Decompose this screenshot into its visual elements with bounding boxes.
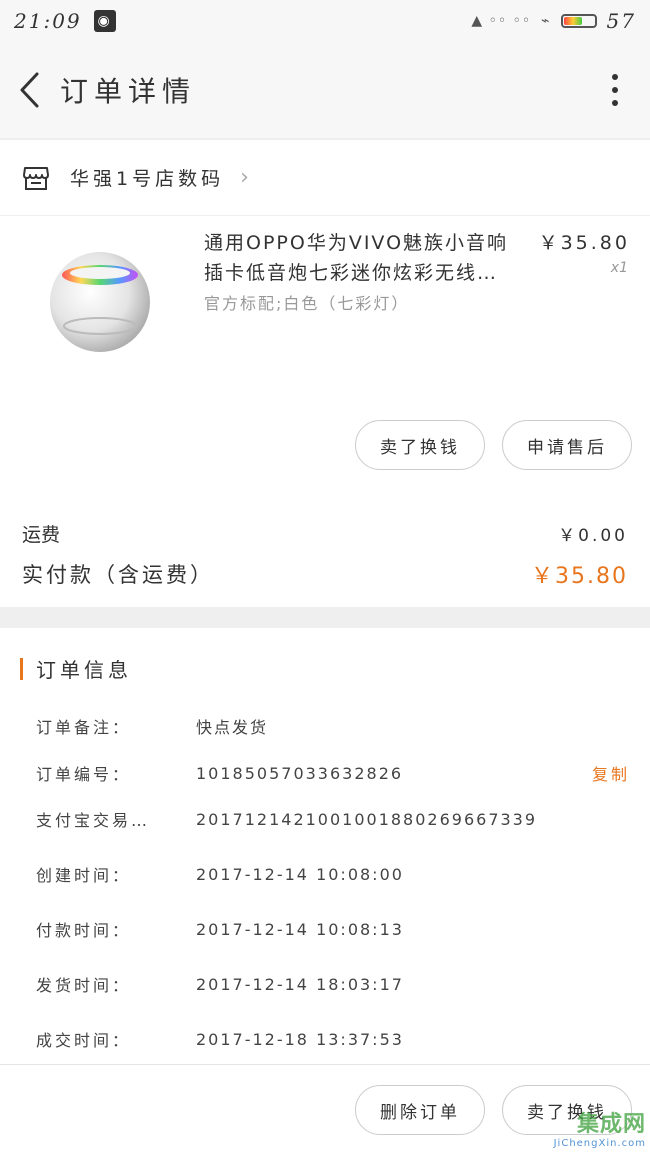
page-title: 订单详情 xyxy=(60,75,197,108)
section-header: 订单信息 xyxy=(20,654,132,683)
info-row-order-number: 订单编号： 10185057033632826 复制 xyxy=(36,761,630,785)
info-label: 发货时间： xyxy=(36,976,132,995)
store-name: 华强1号店数码 xyxy=(70,168,225,190)
info-label: 订单编号： xyxy=(36,765,132,784)
shipping-fee-value: ￥0.00 xyxy=(558,526,628,546)
order-info-card: 订单信息 订单备注： 快点发货 订单编号： 10185057033632826 … xyxy=(0,628,650,1064)
product-spec: 官方标配;白色（七彩灯） xyxy=(204,294,410,313)
paid-amount-row: 实付款（含运费） ￥35.80 xyxy=(22,558,628,590)
info-row-note: 订单备注： 快点发货 xyxy=(36,714,630,738)
battery-icon xyxy=(560,14,597,28)
info-value: 2017-12-18 13:37:53 xyxy=(196,1029,404,1049)
status-time: 21:09 xyxy=(14,9,82,33)
usb-icon: ⌁ xyxy=(541,13,551,29)
sell-for-cash-button[interactable]: 卖了换钱 xyxy=(355,420,485,470)
watermark-text: 集成网 xyxy=(576,1112,646,1137)
watermark-url: JiChengXin.com xyxy=(553,1138,646,1149)
info-row-paid: 付款时间： 2017-12-14 10:08:13 xyxy=(36,917,630,941)
info-label: 创建时间： xyxy=(36,866,132,885)
status-bar: 21:09 ◉ ▲ ◦◦ ◦◦ ⌁ 57 xyxy=(0,0,650,42)
back-button[interactable] xyxy=(0,42,60,138)
chevron-right-icon: › xyxy=(240,165,249,190)
status-right: ▲ ◦◦ ◦◦ ⌁ 57 xyxy=(471,9,636,33)
qq-notification-icon: ◉ xyxy=(93,10,116,32)
more-dot-icon xyxy=(612,87,618,93)
copy-button[interactable]: 复制 xyxy=(592,761,630,785)
section-title: 订单信息 xyxy=(36,658,132,682)
product-title[interactable]: 通用OPPO华为VIVO魅族小音响插卡低音炮七彩迷你炫彩无线… xyxy=(204,228,524,288)
store-link[interactable]: 华强1号店数码 › xyxy=(0,140,650,216)
bottom-action-bar: 删除订单 卖了换钱 集成网 JiChengXin.com xyxy=(0,1064,650,1155)
delete-order-button[interactable]: 删除订单 xyxy=(355,1085,485,1135)
chevron-left-icon xyxy=(20,72,39,108)
more-dot-icon xyxy=(612,100,618,106)
product-price: ￥35.80 xyxy=(538,232,630,254)
signal-icon: ▲ ◦◦ ◦◦ xyxy=(471,13,532,29)
product-image[interactable] xyxy=(40,240,160,360)
after-sales-button[interactable]: 申请售后 xyxy=(502,420,632,470)
more-menu-button[interactable] xyxy=(580,42,650,138)
battery-level: 57 xyxy=(606,9,636,33)
order-product-card: 华强1号店数码 › 通用OPPO华为VIVO魅族小音响插卡低音炮七彩迷你炫彩无线… xyxy=(0,140,650,607)
paid-amount-label: 实付款（含运费） xyxy=(22,563,214,587)
shipping-fee-label: 运费 xyxy=(22,524,61,546)
more-dot-icon xyxy=(612,74,618,80)
info-value: 2017121421001001880269667339 xyxy=(196,809,538,829)
paid-amount-value: ￥35.80 xyxy=(531,564,628,589)
app-bar: 订单详情 xyxy=(0,42,650,138)
info-label: 支付宝交易… xyxy=(36,811,151,830)
info-row-alipay: 支付宝交易… 2017121421001001880269667339 xyxy=(36,807,630,831)
info-row-completed: 成交时间： 2017-12-18 13:37:53 xyxy=(36,1027,630,1051)
info-row-created: 创建时间： 2017-12-14 10:08:00 xyxy=(36,862,630,886)
info-label: 付款时间： xyxy=(36,921,132,940)
shipping-fee-row: 运费 ￥0.00 xyxy=(22,520,628,547)
info-value: 快点发货 xyxy=(196,718,269,737)
info-value: 2017-12-14 18:03:17 xyxy=(196,974,404,994)
info-value: 2017-12-14 10:08:13 xyxy=(196,919,404,939)
info-value: 2017-12-14 10:08:00 xyxy=(196,864,404,884)
product-quantity: x1 xyxy=(610,260,628,276)
watermark-logo: 集成网 JiChengXin.com xyxy=(554,1106,646,1149)
info-row-shipped: 发货时间： 2017-12-14 18:03:17 xyxy=(36,972,630,996)
info-value: 10185057033632826 xyxy=(196,763,404,783)
store-icon xyxy=(23,166,49,190)
info-label: 成交时间： xyxy=(36,1031,132,1050)
info-label: 订单备注： xyxy=(36,718,132,737)
section-accent-bar xyxy=(20,657,23,680)
